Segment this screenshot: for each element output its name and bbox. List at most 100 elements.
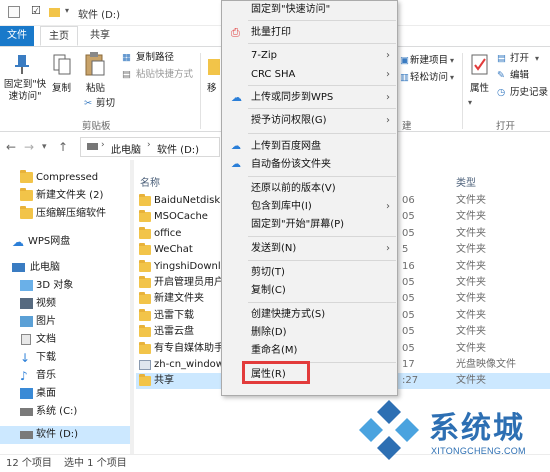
nav-item-this-pc[interactable]: 此电脑: [12, 259, 130, 277]
file-type: 文件夹: [456, 277, 486, 288]
copy-path-button[interactable]: 复制路径: [136, 52, 174, 64]
file-date: 05: [402, 293, 415, 305]
folder-icon: [139, 259, 151, 272]
menu-item-batch-print[interactable]: ⎙ 批量打印: [223, 24, 398, 41]
chevron-down-icon: ▾: [450, 73, 455, 82]
chevron-right-icon: ›: [386, 92, 390, 103]
new-item-button[interactable]: 新建项目: [410, 55, 448, 67]
up-arrow-icon[interactable]: ↑: [58, 140, 68, 154]
nav-item-drive-c[interactable]: 系统 (C:): [20, 403, 130, 421]
chevron-down-icon[interactable]: ▾: [42, 142, 47, 152]
tab-home[interactable]: 主页: [40, 26, 78, 46]
file-type: 文件夹: [456, 260, 486, 272]
cube-icon: [20, 280, 33, 291]
chevron-down-icon: ▾: [450, 56, 455, 65]
file-date: 05: [402, 309, 415, 321]
easy-access-button[interactable]: 轻松访问: [410, 72, 448, 84]
computer-icon: [12, 263, 25, 272]
nav-item-documents[interactable]: 文档: [20, 331, 130, 349]
nav-item-wps-drive[interactable]: ☁ WPS网盘: [12, 233, 130, 251]
file-type: 光盘映像文件: [456, 359, 516, 370]
breadcrumb-drive[interactable]: 软件 (D:): [157, 141, 199, 156]
back-arrow-icon[interactable]: ←: [6, 140, 16, 154]
menu-item-restore-versions[interactable]: 还原以前的版本(V): [223, 180, 398, 197]
nav-item-compressed[interactable]: Compressed: [20, 169, 130, 187]
nav-item-new-folder-2[interactable]: 新建文件夹 (2): [20, 187, 130, 205]
highlight-box: [242, 361, 310, 384]
menu-item-upload-wps[interactable]: ☁ 上传或同步到WPS ›: [223, 89, 398, 106]
nav-item-compress-tools[interactable]: 压缩解压缩软件: [20, 205, 130, 223]
folder-icon: [139, 194, 151, 206]
folder-icon: [139, 325, 151, 338]
nav-item-video[interactable]: 视频: [20, 295, 130, 313]
move-button[interactable]: 移: [207, 83, 217, 95]
nav-item-downloads[interactable]: ↓ 下载: [20, 349, 130, 367]
chevron-down-icon[interactable]: ▾: [65, 6, 77, 18]
history-icon: ◷: [497, 87, 506, 98]
menu-item-create-shortcut[interactable]: 创建快捷方式(S): [223, 306, 398, 323]
breadcrumb-this-pc[interactable]: 此电脑: [111, 141, 141, 156]
properties-icon: [471, 54, 488, 75]
menu-item-auto-backup[interactable]: ☁ 自动备份该文件夹: [223, 156, 398, 173]
file-type: 文件夹: [456, 375, 486, 387]
address-box[interactable]: › 此电脑 › 软件 (D:): [80, 137, 220, 157]
nav-item-3d[interactable]: 3D 对象: [20, 277, 130, 295]
cut-button[interactable]: 剪切: [96, 98, 115, 110]
forward-arrow-icon[interactable]: →: [24, 140, 34, 154]
folder-icon: [139, 226, 151, 239]
checkbox-icon[interactable]: ☑: [31, 5, 43, 18]
menu-item-pin-quick-access[interactable]: 固定到"快速访问": [223, 1, 398, 18]
menu-item-upload-baidu[interactable]: ☁ 上传到百度网盘: [223, 138, 398, 155]
file-type: 文件夹: [456, 309, 486, 321]
folder-icon: [139, 292, 151, 305]
menu-item-copy[interactable]: 复制(C): [223, 282, 398, 299]
file-type: 文件夹: [456, 293, 486, 305]
menu-item-grant-access[interactable]: 授予访问权限(G) ›: [223, 112, 398, 129]
menu-item-include-library[interactable]: 包含到库中(I) ›: [223, 198, 398, 215]
file-name: MSOCache: [154, 211, 208, 223]
menu-item-crc-sha[interactable]: CRC SHA ›: [223, 66, 398, 83]
open-icon: ▤: [497, 53, 506, 64]
menu-item-send-to[interactable]: 发送到(N) ›: [223, 240, 398, 257]
chevron-right-icon: ›: [386, 115, 390, 126]
chevron-down-icon: ▾: [468, 98, 473, 107]
copy-path-icon: ▦: [122, 52, 131, 63]
menu-item-cut[interactable]: 剪切(T): [223, 264, 398, 281]
menu-item-rename[interactable]: 重命名(M): [223, 342, 398, 359]
copy-icon: [53, 54, 71, 75]
properties-button[interactable]: 属性: [470, 83, 489, 95]
folder-icon: [139, 210, 151, 223]
history-button[interactable]: 历史记录: [510, 87, 548, 99]
file-type: 文件夹: [456, 326, 486, 338]
nav-item-music[interactable]: ♪ 音乐: [20, 367, 130, 385]
file-name: 迅雷下载: [154, 309, 194, 321]
menu-item-pin-start[interactable]: 固定到"开始"屏幕(P): [223, 216, 398, 233]
quick-access-icon[interactable]: [8, 6, 20, 18]
file-name: 共享: [154, 375, 174, 387]
folder-icon: [20, 170, 33, 183]
column-header-name[interactable]: 名称: [140, 174, 160, 189]
paste-button[interactable]: 粘贴: [86, 83, 105, 95]
paste-shortcut-button[interactable]: 粘贴快捷方式: [136, 69, 193, 81]
group-open-label: 打开: [496, 121, 516, 132]
tab-share[interactable]: 共享: [82, 26, 118, 46]
file-name: 有专自媒体助手: [154, 342, 224, 354]
nav-item-drive-d[interactable]: 软件 (D:): [0, 426, 130, 444]
pin-quick-access-button[interactable]: 固定到"快速访问": [2, 79, 48, 103]
file-type: 文件夹: [456, 211, 486, 223]
copy-button[interactable]: 复制: [52, 83, 71, 95]
tab-file[interactable]: 文件: [0, 26, 34, 46]
edit-button[interactable]: 编辑: [510, 70, 529, 82]
file-date: 05: [402, 211, 415, 223]
nav-item-pictures[interactable]: 图片: [20, 313, 130, 331]
paste-shortcut-icon: ▤: [122, 69, 131, 80]
menu-item-7zip[interactable]: 7-Zip ›: [223, 47, 398, 64]
nav-item-desktop[interactable]: 桌面: [20, 385, 130, 403]
menu-item-delete[interactable]: 删除(D): [223, 324, 398, 341]
drive-icon: [20, 408, 33, 416]
group-clipboard-label: 剪贴板: [82, 121, 111, 132]
column-header-type[interactable]: 类型: [456, 174, 476, 189]
open-button[interactable]: 打开: [510, 53, 529, 65]
file-type: 文件夹: [456, 195, 486, 206]
folder-icon: [139, 243, 151, 256]
